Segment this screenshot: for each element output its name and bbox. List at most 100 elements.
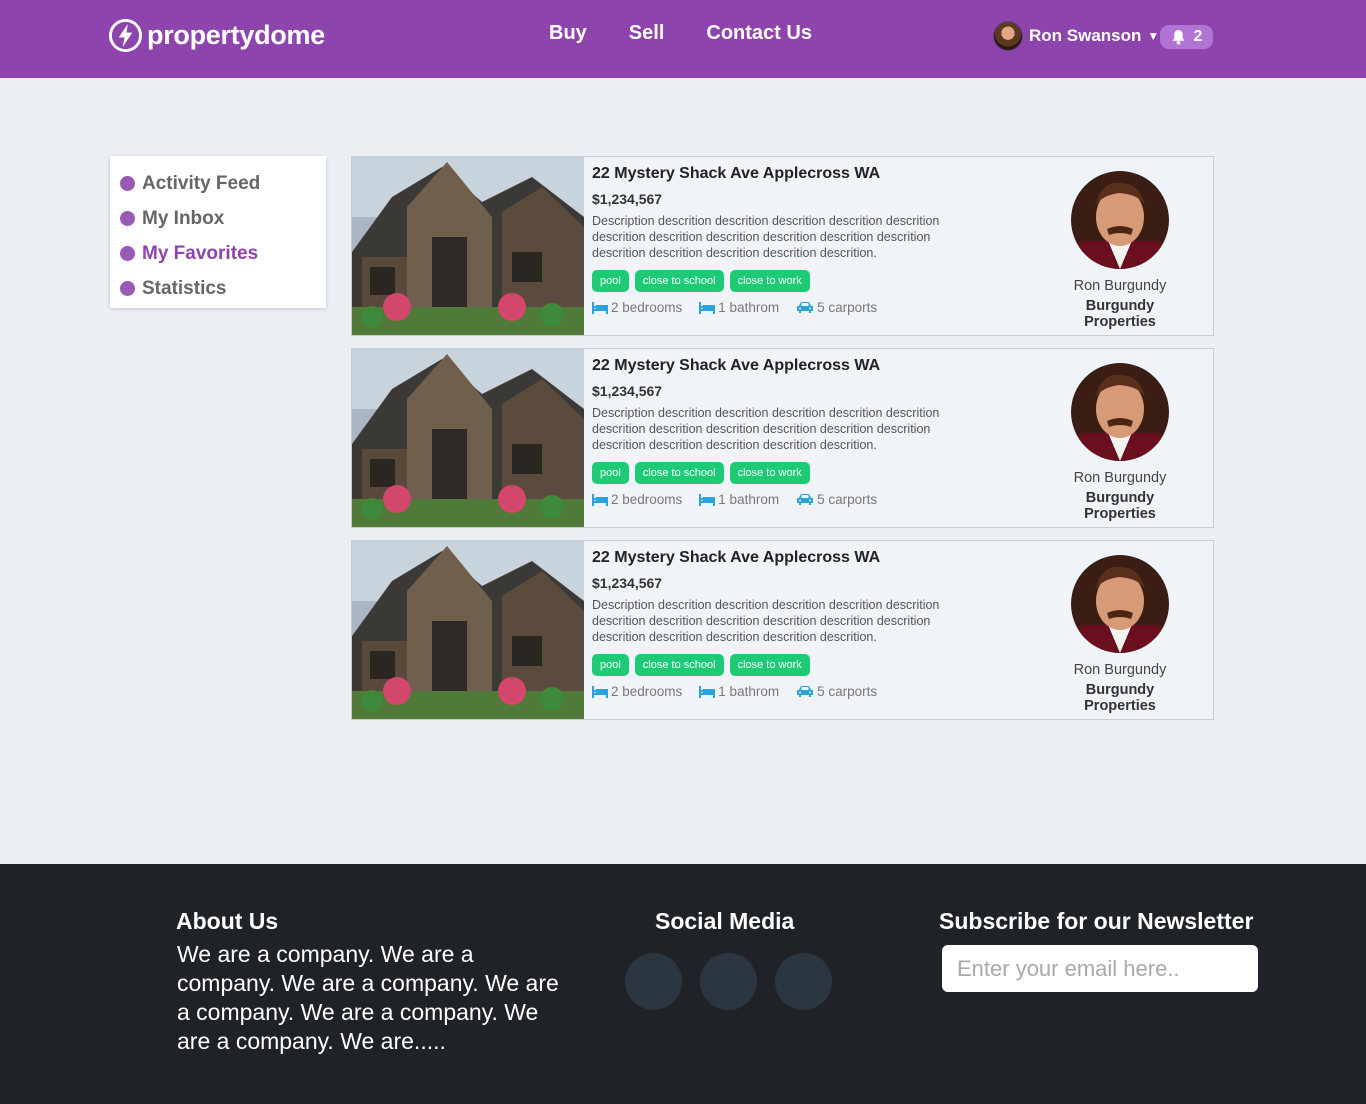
nav-buy[interactable]: Buy bbox=[549, 22, 587, 45]
car-icon bbox=[797, 686, 814, 697]
social-heading: Social Media bbox=[655, 908, 795, 934]
sidebar-item-label: My Favorites bbox=[142, 242, 259, 264]
notification-count: 2 bbox=[1193, 28, 1203, 45]
sidebar-item-statistics[interactable]: Statistics bbox=[110, 271, 326, 306]
bathrooms-text: 1 bathrom bbox=[718, 684, 780, 699]
tag-pool[interactable]: pool bbox=[592, 462, 629, 484]
listing-card[interactable]: 22 Mystery Shack Ave Applecross WA $1,23… bbox=[351, 348, 1214, 528]
house-illustration bbox=[352, 541, 584, 719]
agent-company: Burgundy Properties bbox=[1084, 490, 1156, 522]
tag-close-to-work[interactable]: close to work bbox=[729, 462, 810, 484]
sidebar-item-my-inbox[interactable]: My Inbox bbox=[110, 201, 326, 236]
tag-close-to-work[interactable]: close to work bbox=[729, 270, 810, 292]
sidebar-item-label: Statistics bbox=[142, 277, 227, 299]
social-link-1-icon[interactable] bbox=[625, 953, 682, 1010]
tag-list: pool close to school close to work bbox=[592, 654, 992, 676]
agent-photo bbox=[1071, 171, 1169, 269]
tag-list: pool close to school close to work bbox=[592, 270, 992, 292]
bed-icon bbox=[592, 493, 608, 506]
listing-details: 22 Mystery Shack Ave Applecross WA $1,23… bbox=[592, 549, 992, 699]
agent-name: Ron Burgundy bbox=[1073, 662, 1167, 678]
house-illustration bbox=[352, 157, 584, 335]
newsletter-email-input[interactable] bbox=[942, 945, 1258, 992]
agent-info: Ron Burgundy Burgundy Properties bbox=[1052, 555, 1188, 714]
bed-icon bbox=[699, 493, 716, 506]
bed-icon bbox=[699, 301, 716, 314]
car-icon bbox=[797, 494, 814, 505]
footer: About Us We are a company. We are a comp… bbox=[0, 864, 1366, 1104]
listing-features: 2 bedrooms 1 bathrom 5 carports bbox=[592, 492, 992, 507]
main-nav: Buy Sell Contact Us bbox=[549, 22, 812, 45]
listing-description: Description descrition descrition descri… bbox=[592, 214, 940, 260]
listing-card[interactable]: 22 Mystery Shack Ave Applecross WA $1,23… bbox=[351, 156, 1214, 336]
bullet-icon bbox=[120, 176, 135, 191]
agent-photo bbox=[1071, 363, 1169, 461]
agent-info: Ron Burgundy Burgundy Properties bbox=[1052, 171, 1188, 330]
sidebar-item-label: My Inbox bbox=[142, 207, 225, 229]
listing-details: 22 Mystery Shack Ave Applecross WA $1,23… bbox=[592, 165, 992, 315]
logo[interactable]: propertydome bbox=[108, 17, 325, 53]
carports-text: 5 carports bbox=[817, 492, 878, 507]
bullet-icon bbox=[120, 246, 135, 261]
carports-text: 5 carports bbox=[817, 300, 878, 315]
feature-bedrooms: 2 bedrooms bbox=[592, 492, 682, 507]
nav-contact-us[interactable]: Contact Us bbox=[706, 22, 812, 45]
sidebar: Activity Feed My Inbox My Favorites Stat… bbox=[110, 156, 326, 308]
bell-icon bbox=[1171, 29, 1185, 45]
bed-icon bbox=[592, 685, 608, 698]
tag-close-to-school[interactable]: close to school bbox=[634, 654, 724, 676]
feature-carports: 5 carports bbox=[796, 300, 877, 315]
tag-close-to-work[interactable]: close to work bbox=[729, 654, 810, 676]
user-name: Ron Swanson bbox=[1029, 26, 1142, 45]
tag-list: pool close to school close to work bbox=[592, 462, 992, 484]
logo-text: propertydome bbox=[147, 19, 325, 50]
agent-name: Ron Burgundy bbox=[1073, 278, 1167, 294]
agent-name: Ron Burgundy bbox=[1073, 470, 1167, 486]
bed-icon bbox=[592, 301, 608, 314]
feature-carports: 5 carports bbox=[796, 492, 877, 507]
bedrooms-text: 2 bedrooms bbox=[611, 684, 683, 699]
listing-features: 2 bedrooms 1 bathrom 5 carports bbox=[592, 684, 992, 699]
feature-bathrooms: 1 bathrom bbox=[699, 492, 779, 507]
lightning-bolt-icon bbox=[108, 18, 143, 52]
carports-text: 5 carports bbox=[817, 684, 878, 699]
listing-price: $1,234,567 bbox=[592, 575, 663, 591]
feature-bathrooms: 1 bathrom bbox=[699, 300, 779, 315]
property-photo bbox=[352, 349, 584, 527]
bed-icon bbox=[699, 685, 716, 698]
bathrooms-text: 1 bathrom bbox=[718, 492, 780, 507]
listing-description: Description descrition descrition descri… bbox=[592, 406, 940, 452]
property-photo bbox=[352, 157, 584, 335]
car-icon bbox=[797, 302, 814, 313]
social-link-3-icon[interactable] bbox=[775, 953, 832, 1010]
user-menu[interactable]: Ron Swanson ▼ bbox=[993, 20, 1159, 52]
tag-pool[interactable]: pool bbox=[592, 654, 629, 676]
sidebar-item-activity-feed[interactable]: Activity Feed bbox=[110, 166, 326, 201]
about-text: We are a company. We are a company. We a… bbox=[177, 941, 559, 1054]
agent-photo bbox=[1071, 555, 1169, 653]
tag-close-to-school[interactable]: close to school bbox=[634, 270, 724, 292]
listing-title: 22 Mystery Shack Ave Applecross WA bbox=[592, 549, 881, 566]
sidebar-item-label: Activity Feed bbox=[142, 172, 261, 194]
bedrooms-text: 2 bedrooms bbox=[611, 492, 683, 507]
social-link-2-icon[interactable] bbox=[700, 953, 757, 1010]
about-heading: About Us bbox=[176, 908, 279, 934]
listing-price: $1,234,567 bbox=[592, 191, 663, 207]
social-links bbox=[625, 953, 850, 1010]
feature-bedrooms: 2 bedrooms bbox=[592, 300, 682, 315]
top-navbar: propertydome Buy Sell Contact Us Ron Swa… bbox=[0, 0, 1366, 78]
property-photo bbox=[352, 541, 584, 719]
notifications-button[interactable]: 2 bbox=[1160, 25, 1213, 49]
listing-card[interactable]: 22 Mystery Shack Ave Applecross WA $1,23… bbox=[351, 540, 1214, 720]
avatar bbox=[993, 21, 1023, 51]
sidebar-item-my-favorites[interactable]: My Favorites bbox=[110, 236, 326, 271]
agent-company: Burgundy Properties bbox=[1084, 682, 1156, 714]
tag-pool[interactable]: pool bbox=[592, 270, 629, 292]
listing-details: 22 Mystery Shack Ave Applecross WA $1,23… bbox=[592, 357, 992, 507]
listing-features: 2 bedrooms 1 bathrom 5 carports bbox=[592, 300, 992, 315]
tag-close-to-school[interactable]: close to school bbox=[634, 462, 724, 484]
bathrooms-text: 1 bathrom bbox=[718, 300, 780, 315]
house-illustration bbox=[352, 349, 584, 527]
listing-price: $1,234,567 bbox=[592, 383, 663, 399]
nav-sell[interactable]: Sell bbox=[629, 22, 665, 45]
